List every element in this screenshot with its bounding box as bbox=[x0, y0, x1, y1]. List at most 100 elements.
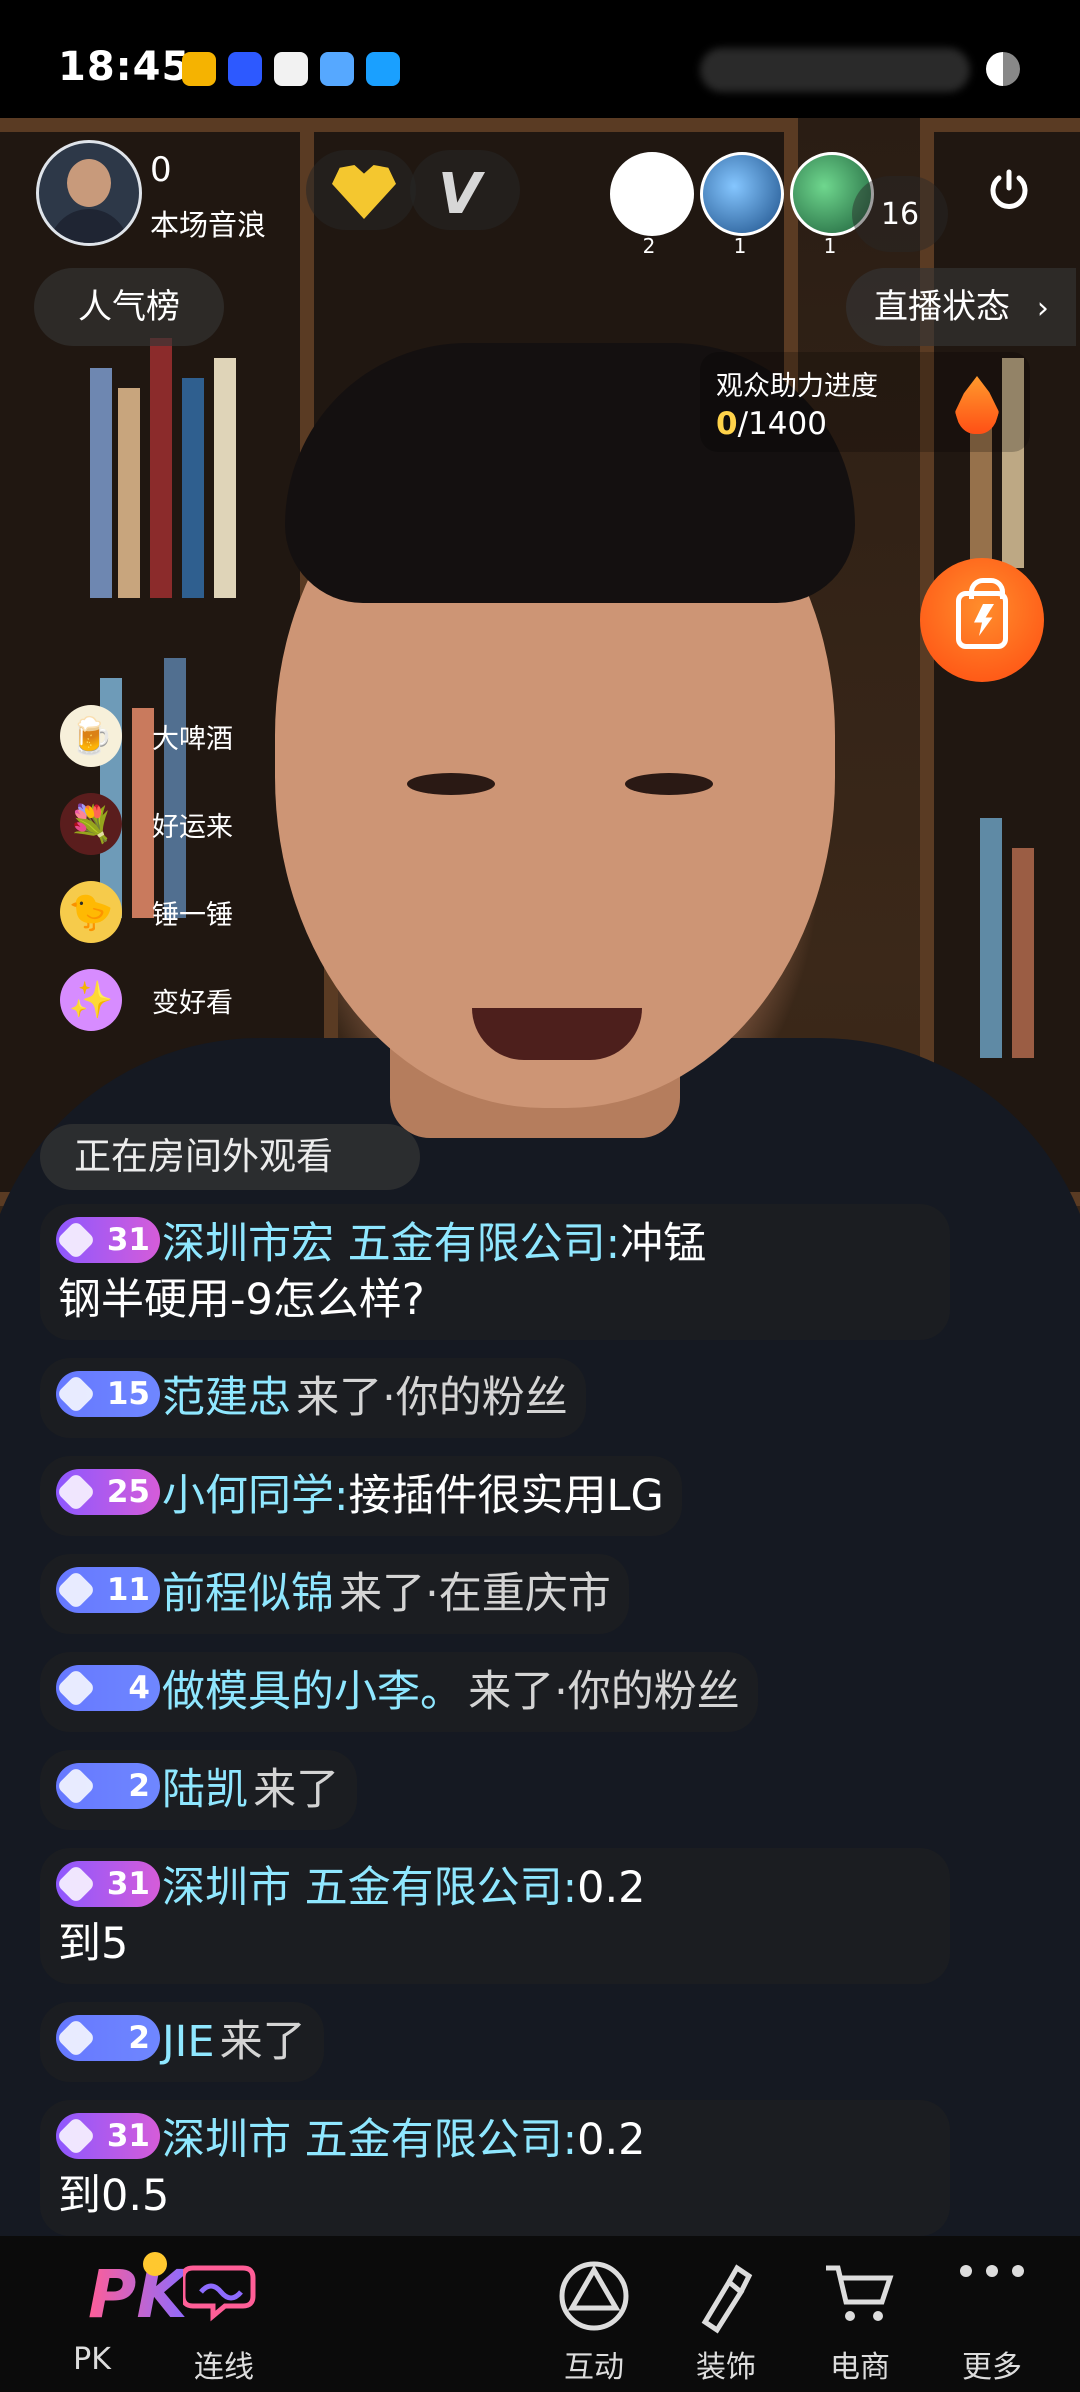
level-badge: 31 bbox=[56, 1217, 160, 1263]
chat-text: 0.2 bbox=[577, 2115, 646, 2165]
level-icon bbox=[56, 2018, 96, 2058]
chevron-right-icon: › bbox=[1036, 291, 1049, 326]
weibo-icon bbox=[182, 52, 216, 86]
battery-icon bbox=[986, 52, 1020, 86]
fan-avatar-2[interactable] bbox=[700, 152, 784, 236]
nav-label: 装饰 bbox=[696, 2350, 756, 2385]
host-left-eye bbox=[407, 773, 495, 795]
beer-icon: 🍺 bbox=[60, 705, 122, 767]
level-icon bbox=[56, 1220, 96, 1260]
level-badge: 31 bbox=[56, 1861, 160, 1907]
more-icon bbox=[960, 2265, 1024, 2277]
chat-join-text: 来了·在重庆市 bbox=[339, 1569, 611, 1619]
chat-name: JIE bbox=[162, 2017, 215, 2067]
popularity-ranking-button[interactable]: 人气榜 bbox=[34, 268, 224, 346]
nav-label: 电商 bbox=[830, 2350, 890, 2385]
app-icon-blue bbox=[228, 52, 262, 86]
chat-join[interactable]: 2 JIE 来了 bbox=[40, 2002, 324, 2082]
gift-item-duck[interactable]: 🐤 锤一锤 bbox=[60, 872, 320, 952]
chat-join[interactable]: 11 前程似锦 来了·在重庆市 bbox=[40, 1554, 629, 1634]
level-icon bbox=[56, 2116, 96, 2156]
assist-current: 0 bbox=[716, 406, 738, 442]
makeover-icon: ✨ bbox=[60, 969, 122, 1031]
host-right-eye bbox=[625, 773, 713, 795]
level-badge: 25 bbox=[56, 1469, 160, 1515]
link-icon bbox=[183, 2265, 256, 2322]
host-avatar[interactable] bbox=[36, 140, 142, 246]
chat-message[interactable]: 31 深圳市 五金有限公司:0.2 到5 bbox=[40, 1848, 950, 1984]
assist-value: 0/1400 bbox=[716, 406, 827, 442]
level-badge: 11 bbox=[56, 1567, 160, 1613]
duck-icon: 🐤 bbox=[60, 881, 122, 943]
flame-icon bbox=[955, 376, 999, 434]
score-label: 本场音浪 bbox=[150, 208, 267, 242]
live-status-label: 直播状态 bbox=[874, 287, 1010, 327]
gift-label: 好运来 bbox=[152, 811, 233, 843]
cart-icon bbox=[826, 2265, 894, 2321]
chat-name: 陆凯 bbox=[162, 1765, 248, 1815]
fan-count-2: 1 bbox=[733, 234, 747, 258]
chat-wrap: 到5 bbox=[58, 1919, 129, 1969]
nav-pk[interactable]: PK PK bbox=[32, 2236, 188, 2392]
level-icon bbox=[56, 1668, 96, 1708]
fan-avatar-1[interactable] bbox=[610, 152, 694, 236]
level-icon bbox=[56, 1864, 96, 1904]
chat-name: 范建忠 bbox=[162, 1373, 291, 1423]
audience-assist-progress[interactable]: 观众助力进度 0/1400 bbox=[700, 352, 1030, 452]
level-badge: 15 bbox=[56, 1371, 160, 1417]
live-status-button[interactable]: 直播状态 › bbox=[846, 268, 1076, 346]
nav-link[interactable]: 连线 bbox=[164, 2236, 284, 2392]
lightning-icon bbox=[974, 604, 994, 636]
nav-commerce[interactable]: 电商 bbox=[800, 2236, 920, 2392]
chat-text: 0.2 bbox=[577, 1863, 646, 1913]
assist-total: /1400 bbox=[737, 406, 827, 442]
viewer-count[interactable]: 16 bbox=[852, 176, 948, 252]
chat-message[interactable]: 31 深圳市 五金有限公司:0.2 到0.5 bbox=[40, 2100, 950, 2236]
gift-label: 大啤酒 bbox=[152, 723, 233, 755]
nav-more[interactable]: 更多 bbox=[932, 2236, 1052, 2392]
chat-wrap: 钢半硬用-9怎么样? bbox=[58, 1275, 425, 1325]
chat-join[interactable]: 15 范建忠 来了·你的粉丝 bbox=[40, 1358, 586, 1438]
chat-join[interactable]: 2 陆凯 来了 bbox=[40, 1750, 358, 1830]
level-icon bbox=[56, 1374, 96, 1414]
level-icon bbox=[56, 1570, 96, 1610]
gift-label: 变好看 bbox=[152, 987, 233, 1019]
nav-label: 连线 bbox=[194, 2350, 254, 2385]
shopping-bag-icon bbox=[956, 578, 1008, 649]
level-badge: 31 bbox=[56, 2113, 160, 2159]
level-icon bbox=[56, 1766, 96, 1806]
status-bar: 18:45 bbox=[0, 0, 1080, 118]
gift-item-bouquet[interactable]: 💐 好运来 bbox=[60, 784, 320, 864]
chat-list: 31 深圳市宏 五金有限公司:冲锰 钢半硬用-9怎么样? 15 范建忠 来了·你… bbox=[40, 1204, 1040, 2236]
power-icon[interactable] bbox=[985, 166, 1033, 214]
v-icon: V bbox=[438, 162, 482, 227]
chat-join-text: 来了 bbox=[219, 2017, 306, 2067]
gift-label: 锤一锤 bbox=[152, 899, 233, 931]
fan-count-1: 2 bbox=[642, 234, 656, 258]
chat-name: 深圳市 五金有限公司: bbox=[162, 1863, 578, 1913]
live-stage: 0 本场音浪 V 2 1 1 16 人气榜 直播状态 › 观众助力进度 0/14… bbox=[0, 118, 1080, 2236]
chat-join-text: 来了 bbox=[253, 1765, 340, 1815]
chat-join[interactable]: 4 做模具的小李。 来了·你的粉丝 bbox=[40, 1652, 758, 1732]
chat-text: 冲锰 bbox=[620, 1219, 707, 1269]
host-mouth bbox=[472, 1008, 642, 1060]
chat-join-text: 来了·你的粉丝 bbox=[468, 1667, 740, 1717]
gift-item-beer[interactable]: 🍺 大啤酒 bbox=[60, 696, 320, 776]
nav-decorate[interactable]: 装饰 bbox=[666, 2236, 786, 2392]
chat-wrap: 到0.5 bbox=[58, 2171, 170, 2221]
chat-name: 深圳市 五金有限公司: bbox=[162, 2115, 578, 2165]
watching-outside-notice: 正在房间外观看 bbox=[40, 1124, 420, 1190]
assist-title: 观众助力进度 bbox=[716, 371, 878, 402]
nav-label: PK bbox=[73, 2342, 111, 2377]
chat-message[interactable]: 31 深圳市宏 五金有限公司:冲锰 钢半硬用-9怎么样? bbox=[40, 1204, 950, 1340]
nav-interact[interactable]: 互动 bbox=[534, 2236, 654, 2392]
score-value: 0 bbox=[150, 150, 172, 190]
bouquet-icon: 💐 bbox=[60, 793, 122, 855]
level-badge: 4 bbox=[56, 1665, 160, 1711]
chat-text: 接插件很实用LG bbox=[348, 1471, 664, 1521]
qq-icon bbox=[320, 52, 354, 86]
chat-message[interactable]: 25 小何同学:接插件很实用LG bbox=[40, 1456, 682, 1536]
decorate-icon bbox=[701, 2264, 753, 2334]
shopping-bag-button[interactable] bbox=[920, 558, 1044, 682]
gift-item-makeover[interactable]: ✨ 变好看 bbox=[60, 960, 320, 1040]
